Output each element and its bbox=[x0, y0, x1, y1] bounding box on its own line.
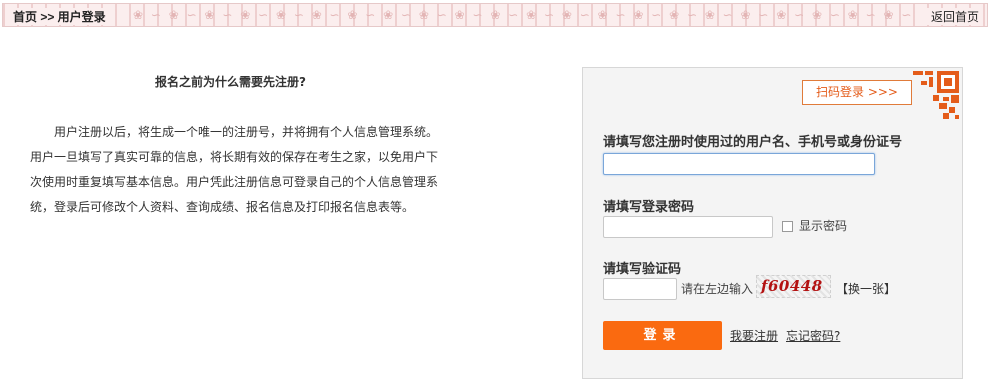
checkbox-icon[interactable] bbox=[782, 221, 793, 232]
forgot-password-link[interactable]: 忘记密码? bbox=[786, 327, 840, 344]
register-link[interactable]: 我要注册 bbox=[730, 327, 778, 344]
captcha-input[interactable] bbox=[603, 278, 677, 300]
show-password-toggle[interactable]: 显示密码 bbox=[782, 217, 847, 234]
username-input[interactable] bbox=[603, 153, 875, 175]
back-home-link[interactable]: 返回首页 bbox=[926, 8, 979, 25]
username-label: 请填写您注册时使用过的用户名、手机号或身份证号 bbox=[603, 135, 903, 150]
password-label: 请填写登录密码 bbox=[603, 200, 695, 215]
captcha-hint: 请在左边输入 bbox=[681, 282, 754, 296]
show-password-label: 显示密码 bbox=[799, 219, 848, 233]
faq-title: 报名之前为什么需要先注册? bbox=[155, 75, 306, 89]
login-panel: 扫码登录 >>> 请填写您注册时使用过的用户名、手机号或身份证号 请填写登录密码… bbox=[582, 67, 963, 379]
captcha-image[interactable]: f60448 bbox=[756, 275, 831, 298]
qr-code-icon[interactable] bbox=[913, 71, 959, 119]
faq-body: 用户注册以后，将生成一个唯一的注册号，并将拥有个人信息管理系统。用户一旦填写了真… bbox=[30, 125, 439, 214]
captcha-label: 请填写验证码 bbox=[603, 262, 682, 277]
breadcrumb[interactable]: 首页 >> 用户登录 bbox=[13, 8, 110, 25]
login-button[interactable]: 登录 bbox=[603, 321, 722, 350]
captcha-refresh-link[interactable]: 【换一张】 bbox=[836, 280, 896, 297]
captcha-text: f60448 bbox=[761, 277, 823, 295]
top-navigation-bar: ❀ ∽ ❀ ∽ ❀ ∽ ❀ ∽ ❀ ∽ ❀ ∽ ❀ ∽ ❀ ∽ ❀ ∽ ❀ ∽ … bbox=[2, 3, 988, 27]
qr-login-button[interactable]: 扫码登录 >>> bbox=[802, 80, 912, 105]
password-input[interactable] bbox=[603, 216, 773, 238]
decorative-pattern: ❀ ∽ ❀ ∽ ❀ ∽ ❀ ∽ ❀ ∽ ❀ ∽ ❀ ∽ ❀ ∽ ❀ ∽ ❀ ∽ … bbox=[133, 8, 917, 22]
